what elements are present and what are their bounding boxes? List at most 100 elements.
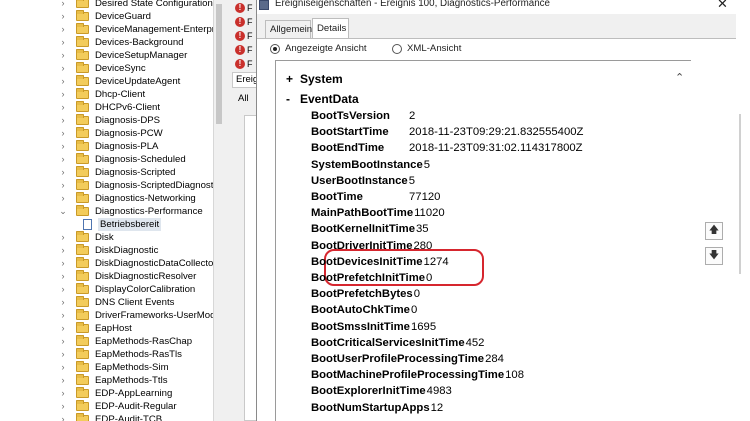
chevron-right-icon[interactable]: › xyxy=(59,270,67,283)
eventdata-row[interactable]: BootTsVersion 2 xyxy=(311,108,415,124)
chevron-down-icon[interactable]: ⌄ xyxy=(59,205,67,218)
tree-item[interactable]: › Disk xyxy=(8,231,213,244)
tree-item[interactable]: › DeviceUpdateAgent xyxy=(8,75,213,88)
tree-item-child[interactable]: Betriebsbereit xyxy=(8,218,213,231)
tree-item[interactable]: › Diagnosis-ScriptedDiagnosticsP xyxy=(8,179,213,192)
chevron-right-icon[interactable]: › xyxy=(59,283,67,296)
chevron-right-icon[interactable]: › xyxy=(59,322,67,335)
tree-item[interactable]: › DeviceManagement-Enterprise- xyxy=(8,23,213,36)
eventdata-row[interactable]: BootPrefetchBytes0 xyxy=(311,286,420,302)
tree-scrollbar[interactable] xyxy=(213,0,224,421)
eventdata-row[interactable]: BootStartTime 2018-11-23T09:29:21.8325554… xyxy=(311,124,583,140)
chevron-right-icon[interactable]: › xyxy=(59,335,67,348)
tree-item[interactable]: › Diagnosis-DPS xyxy=(8,114,213,127)
dialog-scrollbar[interactable] xyxy=(736,14,750,421)
chevron-right-icon[interactable]: › xyxy=(59,75,67,88)
tree-item[interactable]: › DiskDiagnosticDataCollector xyxy=(8,257,213,270)
tab-allgemein[interactable]: Allgemein xyxy=(265,20,312,38)
tree-item[interactable]: › DisplayColorCalibration xyxy=(8,283,213,296)
chevron-right-icon[interactable]: › xyxy=(59,62,67,75)
next-event-button[interactable]: 🡇 xyxy=(705,247,723,265)
chevron-right-icon[interactable]: › xyxy=(59,166,67,179)
tree-item[interactable]: › Diagnosis-PLA xyxy=(8,140,213,153)
chevron-right-icon[interactable]: › xyxy=(59,413,67,421)
chevron-right-icon[interactable]: › xyxy=(59,348,67,361)
chevron-right-icon[interactable]: › xyxy=(59,192,67,205)
tree-item[interactable]: › DiskDiagnosticResolver xyxy=(8,270,213,283)
tree-item[interactable]: › DriverFrameworks-UserMode xyxy=(8,309,213,322)
tree-scrollbar-thumb[interactable] xyxy=(216,4,222,124)
tree-item[interactable]: › EDP-AppLearning xyxy=(8,387,213,400)
tree-item[interactable]: › EapMethods-RasTls xyxy=(8,348,213,361)
eventdata-row[interactable]: UserBootInstance5 xyxy=(311,173,415,189)
chevron-right-icon[interactable]: › xyxy=(59,400,67,413)
tree-item[interactable]: › DiskDiagnostic xyxy=(8,244,213,257)
chevron-right-icon[interactable]: › xyxy=(59,296,67,309)
tree-item[interactable]: › EapHost xyxy=(8,322,213,335)
tree-item[interactable]: › Diagnostics-Networking xyxy=(8,192,213,205)
tree-item[interactable]: › EDP-Audit-Regular xyxy=(8,400,213,413)
chevron-right-icon[interactable]: › xyxy=(59,140,67,153)
chevron-right-icon[interactable]: › xyxy=(59,0,67,10)
tree-item[interactable]: › Diagnosis-PCW xyxy=(8,127,213,140)
eventdata-row[interactable]: BootExplorerInitTime4983 xyxy=(311,383,452,399)
collapse-toggle[interactable]: - xyxy=(286,92,300,106)
chevron-right-icon[interactable]: › xyxy=(59,179,67,192)
eventdata-row[interactable]: MainPathBootTime11020 xyxy=(311,205,445,221)
eventdata-row[interactable]: BootDevicesInitTime1274 xyxy=(311,254,449,270)
eventdata-row[interactable]: BootEndTime 2018-11-23T09:31:02.114317800… xyxy=(311,140,583,156)
chevron-right-icon[interactable]: › xyxy=(59,309,67,322)
tree-item[interactable]: › Dhcp-Client xyxy=(8,88,213,101)
close-icon[interactable]: ✕ xyxy=(717,0,728,12)
tree-item[interactable]: › DeviceSync xyxy=(8,62,213,75)
eventdata-row[interactable]: BootUserProfileProcessingTime284 xyxy=(311,351,504,367)
tree-item[interactable]: › EapMethods-Ttls xyxy=(8,374,213,387)
tree-item[interactable]: › EapMethods-RasChap xyxy=(8,335,213,348)
chevron-right-icon[interactable]: › xyxy=(59,88,67,101)
eventdata-row[interactable]: BootNumStartupApps12 xyxy=(311,400,443,416)
eventdata-row[interactable]: BootSmssInitTime1695 xyxy=(311,319,436,335)
chevron-right-icon[interactable]: › xyxy=(59,257,67,270)
tree-item[interactable]: › Diagnosis-Scheduled xyxy=(8,153,213,166)
tree-item[interactable]: › DHCPv6-Client xyxy=(8,101,213,114)
tree-item[interactable]: › Desired State Configuration xyxy=(8,0,213,10)
chevron-right-icon[interactable]: › xyxy=(59,153,67,166)
tab-details[interactable]: Details xyxy=(312,18,349,38)
tree-item[interactable]: › DNS Client Events xyxy=(8,296,213,309)
chevron-right-icon[interactable]: › xyxy=(59,127,67,140)
eventdata-row[interactable]: BootKernelInitTime35 xyxy=(311,221,429,237)
eventdata-row[interactable]: BootPrefetchInitTime0 xyxy=(311,270,432,286)
section-eventdata[interactable]: - EventData xyxy=(286,92,359,106)
scroll-up-icon[interactable]: ⌃ xyxy=(675,71,684,84)
chevron-right-icon[interactable]: › xyxy=(59,231,67,244)
tree-item[interactable]: › DeviceSetupManager xyxy=(8,49,213,62)
chevron-right-icon[interactable]: › xyxy=(59,49,67,62)
eventdata-row[interactable]: BootCriticalServicesInitTime452 xyxy=(311,335,484,351)
tree-item[interactable]: › Devices-Background xyxy=(8,36,213,49)
expand-toggle[interactable]: + xyxy=(286,72,300,86)
event-details-viewer[interactable]: + System - EventData BootTsVersion 2 BootSta… xyxy=(275,60,691,421)
chevron-right-icon[interactable]: › xyxy=(59,374,67,387)
tree-item[interactable]: › Diagnosis-Scripted xyxy=(8,166,213,179)
chevron-right-icon[interactable]: › xyxy=(59,10,67,23)
chevron-right-icon[interactable]: › xyxy=(59,114,67,127)
tree-item[interactable]: ⌄ Diagnostics-Performance xyxy=(8,205,213,218)
chevron-right-icon[interactable]: › xyxy=(59,244,67,257)
section-system[interactable]: + System xyxy=(286,72,343,86)
chevron-right-icon[interactable]: › xyxy=(59,361,67,374)
eventdata-row[interactable]: BootMachineProfileProcessingTime108 xyxy=(311,367,524,383)
chevron-right-icon[interactable]: › xyxy=(59,23,67,36)
chevron-right-icon[interactable]: › xyxy=(59,387,67,400)
eventdata-row[interactable]: BootDriverInitTime280 xyxy=(311,238,432,254)
tree-item[interactable]: › EDP-Audit-TCB xyxy=(8,413,213,421)
chevron-right-icon[interactable]: › xyxy=(59,101,67,114)
eventdata-row[interactable]: BootAutoChkTime0 xyxy=(311,302,417,318)
dialog-titlebar[interactable]: Ereigniseigenschaften - Ereignis 100, Di… xyxy=(257,0,750,14)
tree-item[interactable]: › DeviceGuard xyxy=(8,10,213,23)
tree-item[interactable]: › EapMethods-Sim xyxy=(8,361,213,374)
previous-event-button[interactable]: 🡅 xyxy=(705,222,723,240)
eventdata-row[interactable]: SystemBootInstance5 xyxy=(311,157,430,173)
dialog-scrollbar-thumb[interactable] xyxy=(739,114,741,274)
details-scrollbar[interactable]: ⌃ xyxy=(671,61,691,421)
chevron-right-icon[interactable]: › xyxy=(59,36,67,49)
